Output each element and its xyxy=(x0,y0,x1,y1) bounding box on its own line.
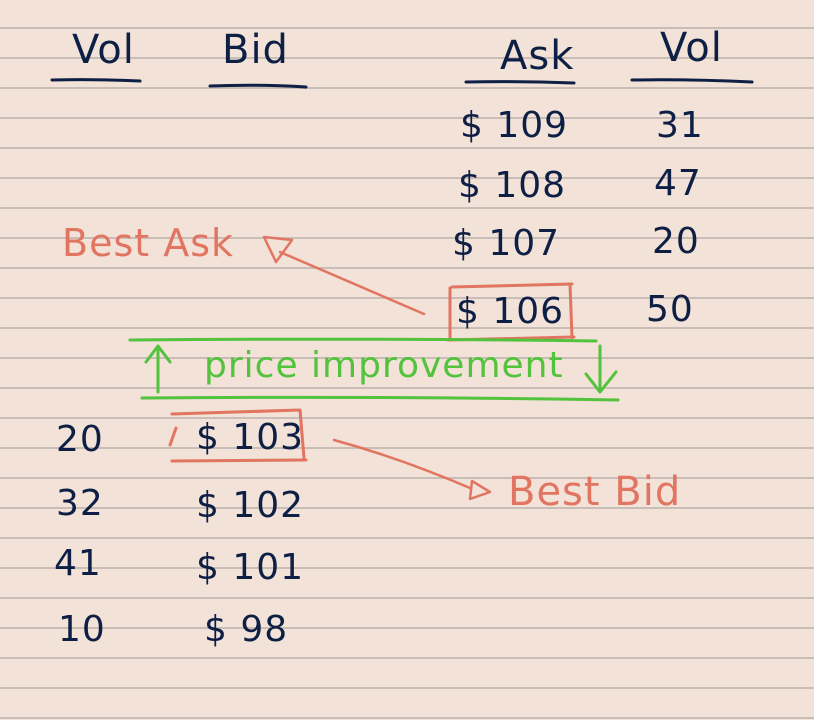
best-bid-arrowhead xyxy=(468,479,492,501)
best-bid-arrow-line xyxy=(332,438,472,490)
ask-vol-underline xyxy=(630,78,754,84)
spread-bottom-line xyxy=(140,395,620,402)
best-ask-arrowhead xyxy=(262,235,294,264)
spread-up-arrow xyxy=(144,344,172,394)
spread-top-line xyxy=(128,337,598,343)
pen-strokes xyxy=(50,78,754,501)
best-bid-box xyxy=(168,408,308,463)
bid-underline xyxy=(208,83,308,89)
best-ask-box xyxy=(446,282,576,342)
bid-vol-underline xyxy=(50,78,142,83)
best-ask-arrow-line xyxy=(278,250,426,316)
spread-down-arrow xyxy=(584,344,618,394)
ask-underline xyxy=(464,80,576,85)
